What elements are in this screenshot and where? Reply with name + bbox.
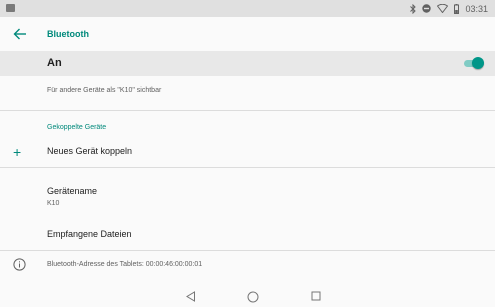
bluetooth-icon: [410, 3, 417, 14]
divider: [0, 250, 495, 251]
battery-icon: [454, 3, 460, 14]
status-icons: 03:31: [410, 1, 488, 16]
plus-icon: +: [13, 144, 22, 160]
info-icon: [13, 258, 26, 271]
master-switch-label: An: [47, 57, 62, 69]
wifi-icon: [437, 4, 449, 13]
arrow-back-icon[interactable]: [13, 27, 27, 41]
bluetooth-toggle[interactable]: [464, 57, 484, 69]
page-title: Bluetooth: [47, 29, 89, 39]
bluetooth-master-switch-row[interactable]: An: [0, 51, 495, 76]
status-bar: 03:31: [0, 0, 495, 17]
visibility-text: Für andere Geräte als "K10" sichtbar: [47, 87, 162, 94]
gallery-icon: [6, 4, 15, 12]
received-files-item[interactable]: Empfangene Dateien: [47, 229, 132, 239]
paired-devices-header: Gekoppelte Geräte: [47, 124, 107, 131]
device-name-title[interactable]: Gerätename: [47, 186, 97, 196]
bluetooth-address-text: Bluetooth-Adresse des Tablets: 00:00:46:…: [47, 261, 203, 268]
app-bar: Bluetooth: [0, 17, 495, 51]
back-nav-icon[interactable]: [186, 291, 196, 302]
pair-new-device-label: Neues Gerät koppeln: [47, 146, 133, 156]
divider: [0, 110, 495, 111]
navigation-bar: [0, 287, 495, 307]
home-nav-icon[interactable]: [247, 291, 259, 303]
recents-nav-icon[interactable]: [311, 291, 321, 301]
toggle-thumb: [472, 57, 484, 69]
do-not-disturb-icon: [422, 4, 432, 13]
status-time: 03:31: [465, 3, 488, 14]
device-name-value: K10: [47, 200, 60, 207]
pair-new-device-row[interactable]: + Neues Gerät koppeln: [0, 139, 495, 165]
divider: [0, 167, 495, 168]
